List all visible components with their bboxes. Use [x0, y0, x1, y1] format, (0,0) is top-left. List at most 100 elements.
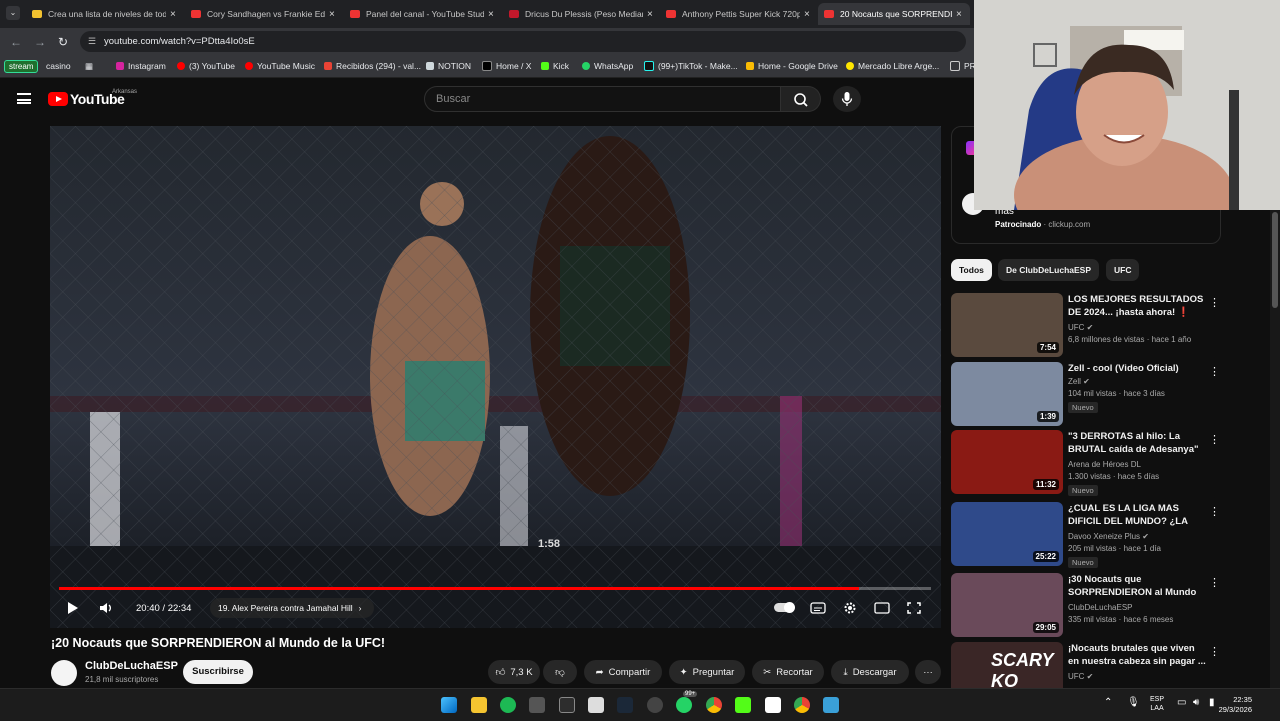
apps-grid-icon[interactable]: ▦	[85, 61, 93, 72]
bookmark-gmail[interactable]: Recibidos (294) - val...	[324, 61, 421, 71]
browser-tab[interactable]: Panel del canal - YouTube Studi ×	[344, 3, 499, 25]
recommendation-channel[interactable]: ClubDeLuchaESP	[1068, 603, 1132, 612]
chrome-active-icon[interactable]	[794, 697, 810, 713]
chrome-icon[interactable]	[706, 697, 722, 713]
search-box[interactable]	[424, 86, 781, 112]
tab-close-icon[interactable]: ×	[170, 9, 176, 20]
video-thumbnail[interactable]: 11:32	[951, 430, 1063, 494]
dislike-button[interactable]: 👎︎	[543, 660, 577, 684]
recommendation-channel[interactable]: Davoo Xeneize Plus ✔	[1068, 532, 1149, 541]
bookmark-mercado-libre[interactable]: Mercado Libre Arge...	[846, 61, 939, 71]
download-button[interactable]: ⤓ Descargar	[831, 660, 909, 684]
steam-icon[interactable]	[617, 697, 633, 713]
search-input[interactable]	[434, 92, 738, 106]
like-button[interactable]: 👍︎ 7,3 K	[488, 660, 540, 684]
more-actions-button[interactable]: ···	[915, 660, 941, 684]
bookmark-google-drive[interactable]: Home - Google Drive	[746, 61, 838, 71]
bookmark-casino[interactable]: casino	[46, 61, 71, 71]
bookmark-stream[interactable]: stream	[4, 60, 39, 73]
forward-arrow-icon[interactable]: →	[34, 35, 46, 49]
subtitles-icon[interactable]	[810, 601, 826, 615]
tab-close-icon[interactable]: ×	[488, 9, 494, 20]
voice-search-button[interactable]	[833, 86, 861, 112]
back-arrow-icon[interactable]: ←	[10, 35, 22, 49]
more-vertical-icon[interactable]: ⋮	[1209, 296, 1220, 309]
spotify-icon[interactable]	[500, 697, 516, 713]
bookmark-youtube-music[interactable]: YouTube Music	[245, 61, 315, 71]
browser-tab[interactable]: Cory Sandhagen vs Frankie Edg ×	[185, 3, 340, 25]
recommendation-channel[interactable]: Arena de Héroes DL	[1068, 460, 1141, 469]
clip-button[interactable]: ✂ Recortar	[752, 660, 824, 684]
bookmark-notion[interactable]: NOTION	[426, 61, 471, 71]
chip-all[interactable]: Todos	[951, 259, 992, 281]
browser-tab[interactable]: Anthony Pettis Super Kick 720p ×	[660, 3, 815, 25]
capcut-icon[interactable]	[588, 697, 604, 713]
start-menu-icon[interactable]	[441, 697, 457, 713]
recommendation-item[interactable]: 7:54 LOS MEJORES RESULTADOS DE 2024... ¡h…	[951, 293, 1221, 359]
play-icon[interactable]	[64, 601, 80, 615]
autoplay-toggle[interactable]	[774, 601, 796, 615]
channel-name[interactable]: ClubDeLuchaESP	[85, 660, 178, 672]
bookmark-whatsapp[interactable]: WhatsApp	[582, 61, 633, 71]
obs-icon[interactable]	[647, 697, 663, 713]
search-button[interactable]	[781, 86, 821, 112]
tab-close-icon[interactable]: ×	[804, 9, 810, 20]
settings-gear-icon[interactable]	[842, 601, 858, 615]
site-info-icon[interactable]: ☰	[88, 36, 96, 47]
reload-icon[interactable]: ↻	[58, 35, 68, 49]
browser-tab[interactable]: Dricus Du Plessis (Peso Median ×	[503, 3, 658, 25]
recommendation-title[interactable]: ¡Nocauts brutales que viven en nuestra c…	[1068, 643, 1208, 668]
chip-channel[interactable]: De ClubDeLuchaESP	[998, 259, 1100, 281]
bookmark-youtube[interactable]: (3) YouTube	[177, 61, 235, 71]
share-button[interactable]: ➦ Compartir	[584, 660, 662, 684]
recommendation-item[interactable]: 25:22 ¿CUAL ES LA LIGA MAS DIFICIL DEL MU…	[951, 502, 1221, 568]
recommendation-title[interactable]: Zell - cool (Video Oficial)	[1068, 363, 1208, 376]
file-explorer-icon[interactable]	[471, 697, 487, 713]
more-vertical-icon[interactable]: ⋮	[1209, 433, 1220, 446]
microphone-tray-icon[interactable]: 🎙︎	[1127, 697, 1140, 708]
channel-avatar[interactable]	[51, 660, 77, 686]
network-icon[interactable]: ▭	[1177, 697, 1186, 708]
notion-icon[interactable]	[765, 697, 781, 713]
subscribe-button[interactable]: Suscribirse	[183, 660, 253, 684]
tab-close-icon[interactable]: ×	[956, 9, 962, 20]
chapter-button[interactable]: 19. Alex Pereira contra Jamahal Hill ›	[210, 598, 374, 618]
bookmark-folder[interactable]: PR	[950, 61, 976, 71]
speaker-icon[interactable]: 🔊︎	[1193, 697, 1199, 708]
more-vertical-icon[interactable]: ⋮	[1209, 576, 1220, 589]
clock[interactable]: 22:35 29/3/2026	[1219, 695, 1252, 715]
recommendation-item[interactable]: 1:39 Zell - cool (Video Oficial) Zell ✔ 104…	[951, 362, 1221, 428]
recommendation-title[interactable]: "3 DERROTAS al hilo: La BRUTAL caída de …	[1068, 431, 1208, 456]
browser-tab[interactable]: Crea una lista de niveles de tod ×	[26, 3, 181, 25]
bookmark-x[interactable]: Home / X	[482, 61, 531, 71]
recommendation-title[interactable]: ¡30 Nocauts que SORPRENDIERON al Mundo d…	[1068, 574, 1208, 599]
more-vertical-icon[interactable]: ⋮	[1209, 365, 1220, 378]
calculator-icon[interactable]	[559, 697, 575, 713]
whatsapp-icon[interactable]	[676, 697, 692, 713]
tab-close-icon[interactable]: ×	[647, 9, 653, 20]
theater-mode-icon[interactable]	[874, 601, 890, 615]
bookmark-instagram[interactable]: Instagram	[116, 61, 166, 71]
scrollbar-thumb[interactable]	[1272, 212, 1278, 308]
tray-chevron-icon[interactable]: ⌃	[1104, 697, 1112, 708]
language-indicator[interactable]: ESP LAA	[1150, 695, 1164, 713]
fullscreen-icon[interactable]	[906, 601, 922, 615]
bookmark-tiktok[interactable]: (99+)TikTok - Make...	[644, 61, 738, 71]
recommendation-channel[interactable]: UFC ✔	[1068, 323, 1093, 332]
recommendation-title[interactable]: LOS MEJORES RESULTADOS DE 2024... ¡hasta…	[1068, 294, 1208, 319]
tab-close-icon[interactable]: ×	[329, 9, 335, 20]
volume-icon[interactable]	[98, 601, 114, 615]
ask-button[interactable]: ✦ Preguntar	[669, 660, 745, 684]
video-thumbnail[interactable]: 1:39	[951, 362, 1063, 426]
menu-icon[interactable]	[17, 93, 31, 104]
browser-tab-active[interactable]: 20 Nocauts que SORPRENDIER ×	[818, 3, 970, 25]
notepad-icon[interactable]	[823, 697, 839, 713]
video-thumbnail[interactable]: 29:05	[951, 573, 1063, 637]
video-player[interactable]: 1:58 20:40 / 22:34 19. Alex Pereira cont…	[50, 126, 941, 628]
video-thumbnail[interactable]: 7:54	[951, 293, 1063, 357]
url-text[interactable]: youtube.com/watch?v=PDtta4Io0sE	[104, 36, 255, 47]
tab-list-menu-button[interactable]: ⌄	[6, 6, 20, 20]
video-thumbnail[interactable]: 25:22	[951, 502, 1063, 566]
bookmark-kick[interactable]: Kick	[541, 61, 569, 71]
more-vertical-icon[interactable]: ⋮	[1209, 645, 1220, 658]
